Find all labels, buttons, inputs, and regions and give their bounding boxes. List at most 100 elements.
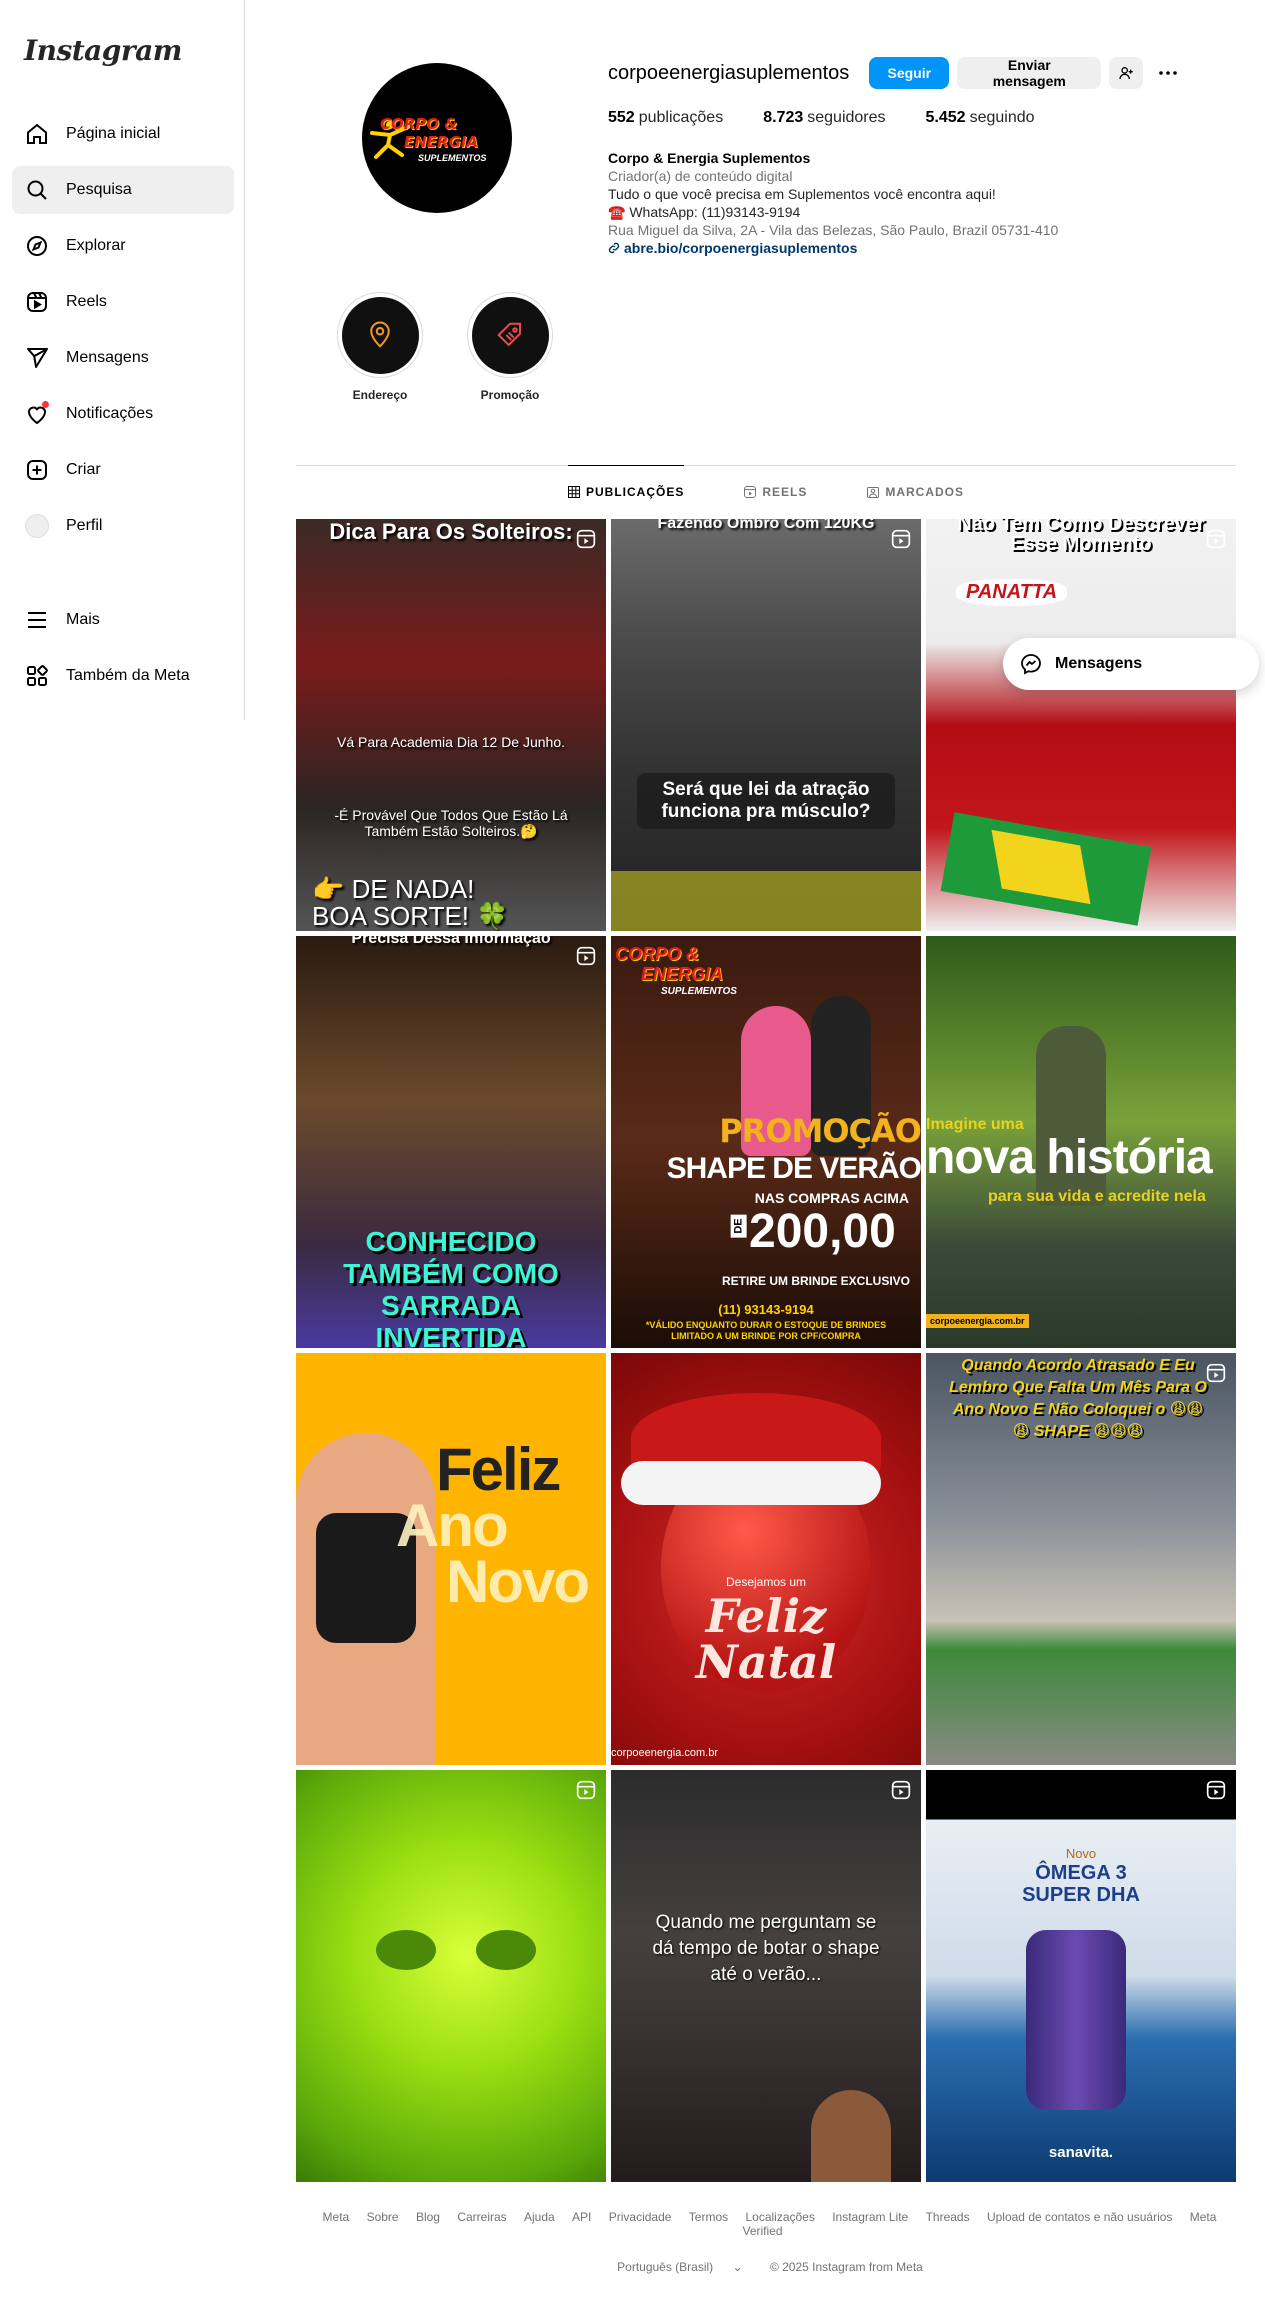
sidebar-item-profile[interactable]: Perfil (12, 502, 234, 550)
sidebar-item-label: Mais (66, 611, 100, 628)
profile-info: corpoeenergiasuplementos Seguir Enviar m… (608, 55, 1228, 257)
post-caption: nova história (926, 1131, 1213, 1184)
bio-link[interactable]: abre.bio/corpoenergiasuplementos (608, 239, 1228, 257)
post-caption: Novo (1065, 1846, 1097, 1861)
post-tile[interactable]: Precisa Dessa Informação CONHECIDO TAMBÉ… (296, 936, 606, 1348)
story-highlights: Endereço Promoção (335, 292, 595, 402)
mask-eye (476, 1930, 536, 1970)
sidebar: Instagram Página inicial Pesquisa Explor… (0, 0, 245, 720)
footer-link[interactable]: Termos (689, 2210, 728, 2224)
highlight-promotion[interactable]: Promoção (465, 292, 555, 402)
post-caption: para sua vida e acredite nela (988, 1188, 1206, 1205)
followers-count[interactable]: 8.723 seguidores (763, 109, 885, 127)
post-tile[interactable]: Quando Acordo Atrasado E Eu Lembro Que F… (926, 1353, 1236, 1765)
reel-icon (891, 1780, 911, 1800)
sidebar-item-explore[interactable]: Explorar (12, 222, 234, 270)
post-tile[interactable]: Imagine uma nova história para sua vida … (926, 936, 1236, 1348)
post-tile[interactable]: Feliz Ano Novo (296, 1353, 606, 1765)
tab-reels[interactable]: REELS (744, 466, 807, 518)
search-icon (24, 177, 50, 203)
bio-name: Corpo & Energia Suplementos (608, 150, 811, 166)
sidebar-item-reels[interactable]: Reels (12, 278, 234, 326)
sidebar-item-home[interactable]: Página inicial (12, 110, 234, 158)
footer-link[interactable]: API (572, 2210, 591, 2224)
post-tile[interactable]: Dica Para Os Solteiros: Vá Para Academia… (296, 519, 606, 931)
post-promo: (11) 93143-9194 (718, 1302, 814, 1317)
suggest-people-button[interactable] (1109, 57, 1144, 89)
page-footer: Meta Sobre Blog Carreiras Ajuda API Priv… (296, 2210, 1236, 2274)
post-caption: Precisa Dessa Informação (351, 936, 551, 947)
post-caption: Esse Momento (1010, 533, 1152, 555)
post-caption: Vá Para Academia Dia 12 De Junho. (336, 734, 566, 750)
language-selector[interactable]: Português (Brasil) ⌄ (609, 2260, 750, 2274)
send-icon (24, 345, 50, 371)
sidebar-item-label: Criar (66, 461, 101, 478)
messages-pill[interactable]: Mensagens (1003, 638, 1259, 690)
avatar-brand-line2: ENERGIA (404, 133, 479, 151)
sidebar-item-label: Também da Meta (66, 667, 190, 684)
mask-eye (376, 1930, 436, 1970)
post-tile[interactable]: Novo ÔMEGA 3 SUPER DHA sanavita. (926, 1770, 1236, 2182)
tab-posts[interactable]: PUBLICAÇÕES (567, 465, 685, 518)
footer-link[interactable]: Meta (323, 2210, 350, 2224)
following-count[interactable]: 5.452 seguindo (926, 109, 1035, 127)
post-caption: BOA SORTE! 🍀 (312, 901, 509, 931)
grid-icon (567, 486, 580, 498)
link-icon (608, 242, 620, 254)
tagged-icon (867, 487, 880, 498)
post-tile[interactable]: CORPO & ENERGIA SUPLEMENTOS PROMOÇÃO SHA… (611, 936, 921, 1348)
sidebar-item-label: Explorar (66, 237, 126, 254)
santa-hat-fur (621, 1461, 881, 1505)
post-tile[interactable]: Não Tem Como Descrever Esse Momento PANA… (926, 519, 1236, 931)
post-promo: RETIRE UM BRINDE EXCLUSIVO (721, 1274, 910, 1288)
tab-tagged[interactable]: MARCADOS (867, 466, 964, 518)
footer-link[interactable]: Carreiras (457, 2210, 506, 2224)
post-site: corpoeenergia.com.br (611, 1747, 719, 1759)
footer-link[interactable]: Ajuda (524, 2210, 555, 2224)
sidebar-item-more[interactable]: Mais (12, 596, 234, 644)
sidebar-item-label: Pesquisa (66, 181, 132, 198)
highlight-address[interactable]: Endereço (335, 292, 425, 402)
post-caption: ÔMEGA 3 (1035, 1862, 1127, 1884)
post-brand: ENERGIA (641, 964, 724, 984)
sidebar-item-label: Reels (66, 293, 107, 310)
price-tag-icon (497, 322, 521, 347)
panatta-logo: PANATTA (956, 579, 1068, 606)
instagram-logo[interactable]: Instagram (24, 34, 182, 67)
post-promo: PROMOÇÃO (719, 1112, 921, 1150)
sidebar-item-messages[interactable]: Mensagens (12, 334, 234, 382)
post-promo: 200,00 (749, 1205, 896, 1258)
footer-link[interactable]: Instagram Lite (832, 2210, 908, 2224)
footer-link[interactable]: Privacidade (609, 2210, 672, 2224)
bio-category: Criador(a) de conteúdo digital (608, 168, 793, 184)
follow-button[interactable]: Seguir (869, 57, 950, 89)
copyright: © 2025 Instagram from Meta (769, 2260, 923, 2274)
bio-address[interactable]: Rua Miguel da Silva, 2A - Vila das Belez… (608, 221, 1228, 239)
footer-link[interactable]: Blog (416, 2210, 440, 2224)
send-message-button[interactable]: Enviar mensagem (957, 57, 1102, 89)
footer-link[interactable]: Sobre (367, 2210, 399, 2224)
profile-username: corpoeenergiasuplementos (608, 61, 850, 84)
sidebar-item-notifications[interactable]: Notificações (12, 390, 234, 438)
sidebar-nav: Página inicial Pesquisa Explorar Reels M… (12, 110, 234, 558)
footer-link[interactable]: Threads (926, 2210, 970, 2224)
sidebar-item-also-from-meta[interactable]: Também da Meta (12, 652, 234, 700)
reel-icon (576, 946, 596, 966)
sidebar-item-search[interactable]: Pesquisa (12, 166, 234, 214)
sidebar-item-create[interactable]: Criar (12, 446, 234, 494)
post-caption: SUPER DHA (1022, 1884, 1140, 1906)
sidebar-bottom: Mais Também da Meta (12, 596, 234, 708)
footer-link[interactable]: Localizações (745, 2210, 814, 2224)
post-tile[interactable]: Quando me perguntam se dá tempo de botar… (611, 1770, 921, 2182)
post-tile[interactable]: Desejamos um Feliz Natal corpoeenergia.c… (611, 1353, 921, 1765)
profile-avatar[interactable]: CORPO & ENERGIA SUPLEMENTOS (362, 63, 512, 213)
heart-icon (24, 401, 50, 427)
post-caption: Dica Para Os Solteiros: (329, 519, 573, 544)
footer-link[interactable]: Upload de contatos e não usuários (987, 2210, 1172, 2224)
options-button[interactable] (1151, 57, 1185, 89)
post-tile[interactable]: Fazendo Ombro Com 120KG Será que lei da … (611, 519, 921, 931)
sidebar-item-label: Perfil (66, 517, 103, 534)
post-brand: CORPO & (615, 944, 700, 964)
post-tile[interactable] (296, 1770, 606, 2182)
plus-icon (24, 457, 50, 483)
